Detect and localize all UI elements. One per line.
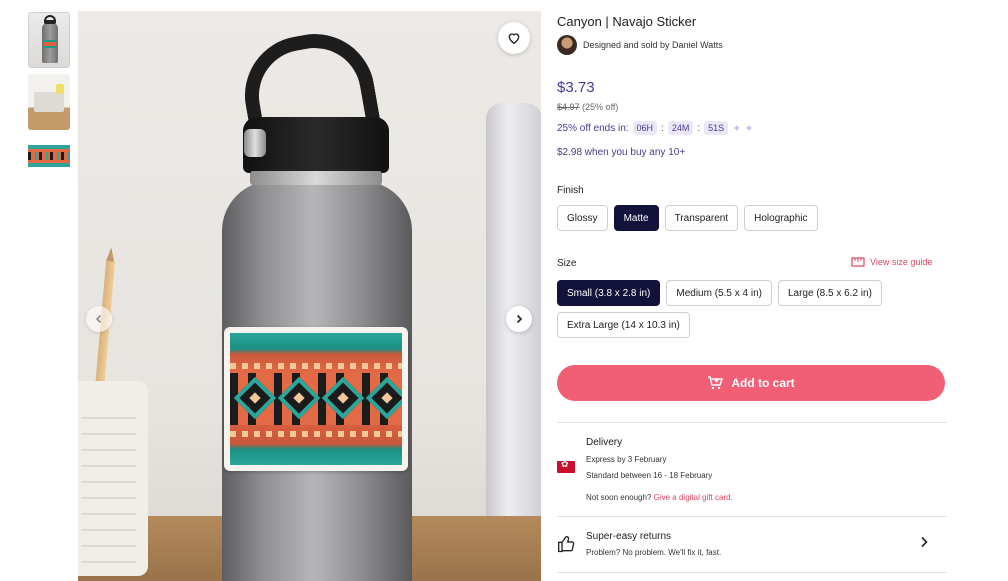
divider	[557, 572, 947, 573]
size-option-extra-large[interactable]: Extra Large (14 x 10.3 in)	[557, 312, 690, 338]
product-image	[78, 11, 541, 581]
original-price: $4.97 (25% off)	[557, 102, 618, 112]
countdown-seconds: 51S	[704, 121, 729, 135]
avatar[interactable]	[557, 35, 577, 55]
previous-image-button[interactable]	[86, 306, 112, 332]
size-guide-label: View size guide	[870, 257, 933, 267]
returns-heading: Super-easy returns	[586, 531, 672, 542]
seller-info: Designed and sold by Daniel Watts	[557, 35, 723, 55]
finish-options: Glossy Matte Transparent Holographic	[557, 205, 947, 231]
size-option-medium[interactable]: Medium (5.5 x 4 in)	[666, 280, 772, 306]
chevron-right-icon	[516, 314, 523, 324]
discount-percent: (25% off)	[582, 102, 619, 112]
hong-kong-flag-icon	[557, 459, 575, 473]
size-option-small[interactable]: Small (3.8 x 2.8 in)	[557, 280, 661, 306]
countdown-minutes: 24M	[667, 121, 694, 135]
delivery-not-soon: Not soon enough? Give a digital gift car…	[586, 493, 733, 502]
size-option-large[interactable]: Large (8.5 x 6.2 in)	[777, 280, 882, 306]
next-image-button[interactable]	[506, 306, 532, 332]
chevron-right-icon	[921, 536, 928, 548]
thumbnail-bottle[interactable]	[28, 12, 70, 68]
ruler-icon	[851, 257, 865, 267]
finish-label: Finish	[557, 185, 584, 196]
size-label: Size	[557, 258, 577, 269]
thumbnail-list	[28, 12, 70, 176]
not-soon-text: Not soon enough?	[586, 493, 652, 502]
bulk-offer: $2.98 when you buy any 10+	[557, 147, 686, 158]
thumbnail-room[interactable]	[28, 74, 70, 130]
returns-subtext: Problem? No problem. We'll fix it, fast.	[586, 548, 722, 557]
sale-countdown: 25% off ends in: 06H : 24M : 51S ✦ ✦	[557, 121, 754, 135]
finish-option-holographic[interactable]: Holographic	[744, 205, 818, 231]
sparkle-icon: ✦ ✦	[732, 122, 754, 135]
gift-card-link[interactable]: Give a digital gift card.	[654, 493, 733, 502]
chevron-left-icon	[95, 314, 102, 324]
delivery-standard: Standard between 16 - 18 February	[586, 471, 713, 480]
size-guide-link[interactable]: View size guide	[851, 257, 932, 267]
seller-text[interactable]: Designed and sold by Daniel Watts	[583, 40, 723, 50]
size-options: Small (3.8 x 2.8 in) Medium (5.5 x 4 in)…	[557, 280, 947, 338]
cart-icon	[708, 376, 724, 390]
thumbnail-sticker[interactable]	[28, 140, 70, 170]
old-price-value: $4.97	[557, 102, 580, 112]
finish-option-matte[interactable]: Matte	[613, 205, 659, 231]
navajo-sticker-artwork	[224, 327, 408, 471]
sale-text: 25% off ends in:	[557, 122, 629, 134]
price: $3.73	[557, 79, 595, 96]
returns-row[interactable]: Super-easy returns Problem? No problem. …	[557, 528, 947, 562]
add-to-cart-button[interactable]: Add to cart	[557, 365, 945, 401]
thumbs-up-icon	[558, 536, 575, 553]
finish-option-glossy[interactable]: Glossy	[557, 205, 608, 231]
divider	[557, 422, 947, 423]
delivery-heading: Delivery	[586, 437, 623, 448]
add-to-cart-label: Add to cart	[731, 376, 795, 390]
delivery-express: Express by 3 February	[586, 455, 667, 464]
countdown-hours: 06H	[632, 121, 658, 135]
product-title: Canyon | Navajo Sticker	[557, 14, 697, 29]
heart-icon	[508, 33, 520, 45]
product-details: Canyon | Navajo Sticker Designed and sol…	[557, 0, 947, 581]
finish-option-transparent[interactable]: Transparent	[664, 205, 739, 231]
divider	[557, 516, 947, 517]
favorite-button[interactable]	[498, 22, 530, 54]
